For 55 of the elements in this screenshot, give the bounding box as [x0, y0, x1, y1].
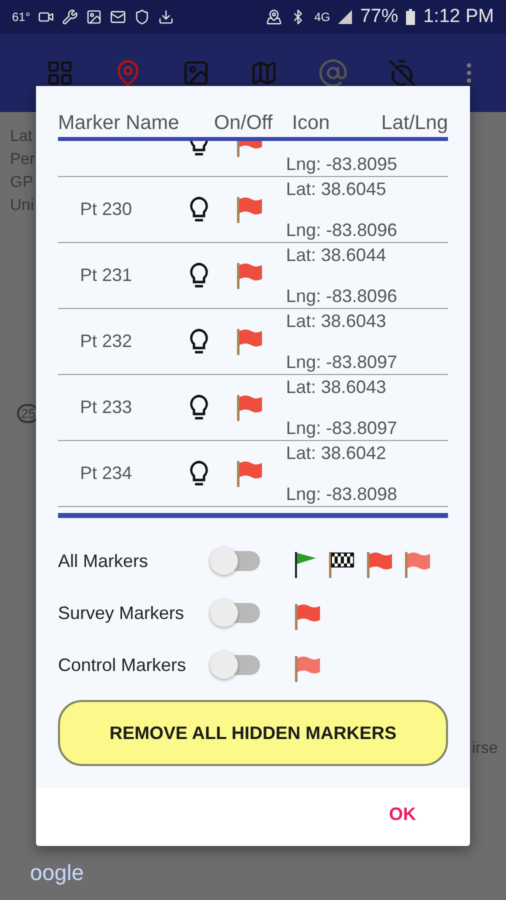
flag-icon: [236, 392, 264, 422]
group-label: Survey Markers: [58, 602, 186, 624]
lightbulb-icon[interactable]: [188, 460, 210, 488]
flag-icon: [236, 260, 264, 290]
marker-name: Pt 233: [79, 397, 134, 418]
longitude-text: Lng: -83.8096: [286, 286, 398, 306]
marker-name: Pt 234: [79, 463, 134, 484]
group-label: All Markers: [58, 550, 150, 572]
download-icon: [158, 9, 174, 25]
lightbulb-icon[interactable]: [188, 262, 210, 290]
signal-icon: [338, 10, 352, 24]
location-icon: [266, 9, 282, 25]
flag-icon: [236, 194, 264, 224]
marker-row[interactable]: Lng: -83.8095: [58, 141, 448, 177]
flag-icon: [236, 458, 264, 488]
network-text: 4G: [314, 10, 330, 24]
flag-icon: [236, 326, 264, 356]
battery-icon: [406, 9, 416, 25]
column-header: Marker Name: [58, 112, 180, 135]
lightbulb-icon[interactable]: [188, 394, 210, 422]
temperature-text: 61°: [12, 10, 30, 24]
ok-button[interactable]: OK: [383, 802, 422, 826]
battery-text: 77%: [360, 6, 398, 28]
grid-icon[interactable]: [46, 59, 74, 87]
latitude-text: Lat: 38.6043: [286, 310, 388, 332]
wrench-icon: [62, 9, 78, 25]
shield-icon: [134, 9, 150, 25]
latitude-text: Lat: 38.6043: [286, 376, 388, 398]
marker-name: Pt 230: [79, 199, 134, 220]
lightbulb-icon[interactable]: [188, 196, 210, 224]
longitude-text: Lng: -83.8098: [286, 484, 398, 504]
latitude-text: Lat: 38.6044: [286, 244, 388, 266]
column-header: On/Off: [214, 112, 274, 135]
mail-icon: [110, 9, 126, 25]
at-sign-icon[interactable]: [318, 58, 348, 88]
latitude-text: Lat: 38.6045: [286, 178, 388, 200]
remove-hidden-markers-button[interactable]: REMOVE ALL HIDDEN MARKERS: [58, 700, 448, 766]
column-header: Lat/Lng: [380, 112, 448, 135]
clock-text: 1:12 PM: [423, 6, 494, 28]
group-label: Control Markers: [58, 654, 188, 676]
latitude-text: Lat: 38.6042: [286, 442, 388, 464]
timer-off-icon[interactable]: [388, 59, 416, 87]
map-icon[interactable]: [250, 59, 278, 87]
lightbulb-icon[interactable]: [188, 328, 210, 356]
marker-name: Pt 231: [79, 265, 134, 286]
column-header: Icon: [292, 112, 331, 135]
image-icon[interactable]: [182, 59, 210, 87]
image-icon: [86, 9, 102, 25]
longitude-text: Lng: -83.8097: [286, 352, 398, 372]
longitude-text: Lng: -83.8097: [286, 418, 398, 438]
marker-name: Pt 232: [79, 331, 134, 352]
map-logo-text: oogle: [30, 860, 84, 886]
longitude-text: Lng: -83.8095: [286, 154, 398, 174]
checkered-flag-icon: [328, 550, 356, 578]
longitude-text: Lng: -83.8096: [286, 220, 398, 240]
